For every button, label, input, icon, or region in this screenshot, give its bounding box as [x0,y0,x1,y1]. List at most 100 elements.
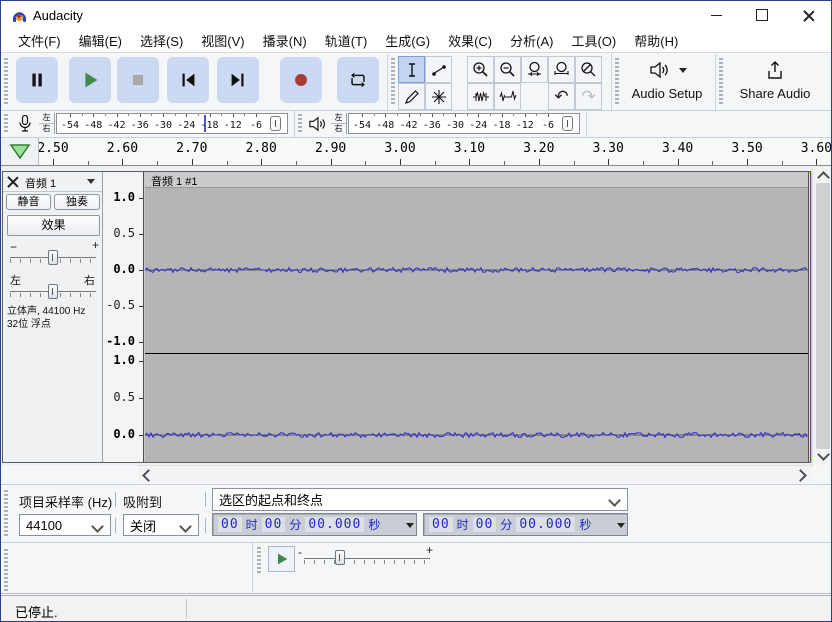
speed-slider-track[interactable] [304,558,430,559]
minutes-value[interactable]: 00 [262,517,286,532]
menu-item-3[interactable]: 选择(S) [131,28,192,53]
redo-button[interactable]: ↷ [575,83,602,110]
play-button[interactable] [69,57,111,103]
speed-slider-thumb[interactable] [335,550,345,565]
skip-to-start-button[interactable] [167,57,209,103]
gain-slider-thumb[interactable] [48,250,58,265]
share-audio-toolbar-grip[interactable] [719,58,723,104]
menu-item-9[interactable]: 分析(A) [501,28,562,53]
draw-tool-button[interactable] [398,83,425,110]
play-at-speed-grip[interactable] [257,547,261,574]
maximize-button[interactable] [739,1,785,29]
track-menu-icon[interactable] [87,179,95,184]
fit-project-button[interactable] [548,56,575,83]
zoom-out-button[interactable] [494,56,521,83]
chevron-down-icon[interactable] [406,523,414,528]
recording-meter[interactable]: -54-48-42-36-30-24-18-12-6 [56,113,288,134]
pan-slider-thumb[interactable] [48,284,58,299]
vertical-scale-ruler[interactable]: 1.00.50.0-0.5-1.01.00.50.0 [103,172,144,462]
chevron-down-icon[interactable] [617,523,625,528]
selection-range-mode-dropdown[interactable]: 选区的起点和终点 [212,488,628,511]
status-bar: 已停止. [1,595,832,622]
audio-setup-button[interactable]: Audio Setup [621,56,713,106]
menu-item-2[interactable]: 编辑(E) [70,28,131,53]
audio-clip[interactable]: 音频 1 #1 [145,172,808,462]
transport-toolbar-grip[interactable] [4,58,8,104]
selection-toolbar: 项目采样率 (Hz) 吸附到 选区的起点和终点 44100 关闭 00 时 00… [1,484,832,543]
share-audio-button[interactable]: Share Audio [725,56,825,106]
scroll-down-icon[interactable] [817,448,830,461]
hours-value[interactable]: 00 [429,517,453,532]
silence-audio-button[interactable] [494,83,521,110]
undo-button[interactable]: ↶ [548,83,575,110]
scroll-right-icon[interactable] [794,469,807,482]
timeline-pin-button[interactable] [1,138,39,165]
menu-item-5[interactable]: 播录(N) [254,28,316,53]
loop-button[interactable] [337,57,379,103]
stop-button[interactable] [117,57,159,103]
envelope-tool-button[interactable] [425,56,452,83]
record-meter-button[interactable] [13,111,37,136]
zoom-in-button[interactable] [467,56,494,83]
timeline-label: 2.60 [100,141,144,156]
menu-item-7[interactable]: 生成(G) [376,28,439,53]
selection-tool-button[interactable] [398,56,425,83]
playback-meter-button[interactable] [306,111,330,136]
close-button[interactable] [785,1,831,29]
play-at-speed-button[interactable] [268,546,295,572]
recording-meter-grip[interactable] [4,114,8,134]
meter-scale-label: -30 [443,120,467,131]
playback-meter-handle[interactable] [562,116,573,131]
recording-meter-handle[interactable] [270,116,281,131]
timeline-label: 3.50 [725,141,769,156]
track-name[interactable]: 音频 1 [25,175,56,191]
timeline-minor-tick [365,161,366,165]
project-rate-dropdown[interactable]: 44100 [19,514,111,536]
minutes-value[interactable]: 00 [473,517,497,532]
selection-toolbar-grip[interactable] [4,490,8,538]
menu-item-6[interactable]: 轨道(T) [316,28,377,53]
timeline-ruler[interactable]: 2.502.602.702.802.903.003.103.203.303.40… [1,138,832,166]
playback-meter-grip[interactable] [298,114,302,134]
time-toolbar-grip[interactable] [4,549,8,591]
selection-end-time-field[interactable]: 00 时 00 分 00.000 秒 [423,513,628,536]
menu-item-11[interactable]: 帮助(H) [625,28,687,53]
audio-setup-toolbar-grip[interactable] [615,58,619,104]
timeline-major-tick [816,159,817,165]
menu-item-8[interactable]: 效果(C) [439,28,501,53]
mute-button[interactable]: 静音 [6,194,51,210]
status-message: 已停止. [15,602,58,621]
fit-selection-button[interactable] [521,56,548,83]
timeline-label: 2.70 [170,141,214,156]
pause-button[interactable] [16,57,58,103]
record-button[interactable] [280,57,322,103]
menu-item-1[interactable]: 文件(F) [9,28,70,53]
vertical-scrollbar-thumb[interactable] [816,183,830,449]
snap-to-dropdown[interactable]: 关闭 [123,514,199,536]
meter-scale-label: -6 [536,120,560,131]
track-close-button[interactable] [7,176,18,187]
playback-meter[interactable]: -54-48-42-36-30-24-18-12-6 [348,113,580,134]
label-separator [115,518,116,533]
skip-to-start-icon [177,69,199,91]
tools-toolbar-grip[interactable] [391,58,395,104]
menu-item-4[interactable]: 视图(V) [192,28,253,53]
selection-start-time-field[interactable]: 00 时 00 分 00.000 秒 [212,513,417,536]
solo-button[interactable]: 独奏 [54,194,100,210]
recording-meter-left-label: 左 [39,113,54,124]
vertical-scrollbar[interactable] [812,167,832,465]
hours-value[interactable]: 00 [218,517,242,532]
menu-item-10[interactable]: 工具(O) [562,28,625,53]
scroll-up-icon[interactable] [817,171,830,184]
multi-tool-button[interactable] [425,83,452,110]
scroll-left-icon[interactable] [142,469,155,482]
seconds-value[interactable]: 00.000 [305,517,364,532]
effects-button[interactable]: 效果 [7,215,100,236]
trim-audio-button[interactable] [467,83,494,110]
zoom-toggle-button[interactable] [575,56,602,83]
skip-to-end-button[interactable] [217,57,259,103]
waveform-area[interactable]: 音频 1 #1 [144,172,812,462]
seconds-value[interactable]: 00.000 [516,517,575,532]
minimize-button[interactable] [693,1,739,29]
horizontal-scrollbar[interactable] [138,465,813,483]
